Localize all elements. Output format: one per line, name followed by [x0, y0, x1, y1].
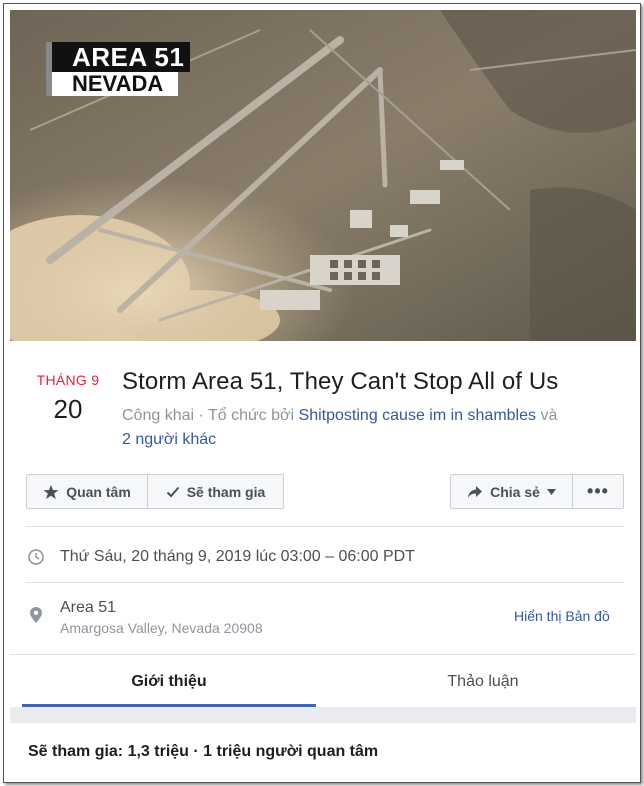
event-tabs: Giới thiệu Thảo luận: [10, 654, 636, 707]
event-meta: Công khai · Tổ chức bởi Shitposting caus…: [122, 404, 622, 452]
more-options-button[interactable]: •••: [572, 474, 624, 509]
event-datetime: Thứ Sáu, 20 tháng 9, 2019 lúc 03:00 – 06…: [60, 548, 415, 565]
clock-icon: [28, 549, 44, 565]
divider: [26, 526, 624, 527]
divider: [26, 582, 624, 583]
share-arrow-icon: [468, 485, 483, 498]
interested-label: Quan tâm: [66, 483, 131, 500]
event-date: THÁNG 9 20: [26, 372, 110, 425]
share-button[interactable]: Chia sẻ: [450, 474, 573, 509]
share-label: Chia sẻ: [490, 483, 540, 500]
more-options-icon: •••: [587, 481, 609, 501]
show-map-link[interactable]: Hiển thị Bản đồ: [514, 608, 610, 624]
organizer-link[interactable]: Shitposting cause im in shambles: [299, 407, 536, 424]
tab-discussion[interactable]: Thảo luận: [330, 655, 636, 708]
section-separator: [10, 707, 636, 723]
star-icon: [43, 484, 59, 499]
event-title: Storm Area 51, They Can't Stop All of Us: [122, 368, 559, 395]
attendance-stats: Sẽ tham gia: 1,3 triệu · 1 triệu người q…: [10, 723, 636, 782]
badge-title: AREA 51: [46, 42, 191, 72]
location-pin-icon: [30, 607, 42, 623]
cover-photo[interactable]: AREA 51 NEVADA: [10, 10, 636, 341]
going-label: Sẽ tham gia: [186, 483, 266, 500]
caret-down-icon: [546, 488, 556, 495]
other-organizers-link[interactable]: 2 người khác: [122, 431, 216, 448]
cover-badge: AREA 51 NEVADA: [46, 42, 191, 96]
going-button[interactable]: Sẽ tham gia: [147, 474, 284, 509]
event-privacy: Công khai: [122, 407, 195, 424]
place-name[interactable]: Area 51: [60, 599, 116, 617]
check-icon: [166, 486, 179, 497]
place-address: Amargosa Valley, Nevada 20908: [60, 620, 263, 636]
tab-about[interactable]: Giới thiệu: [22, 655, 316, 708]
badge-subtitle: NEVADA: [46, 72, 178, 96]
organized-by-text: · Tổ chức bởi: [194, 407, 299, 424]
event-card: AREA 51 NEVADA THÁNG 9 20 Storm Area 51,…: [3, 3, 641, 783]
event-month: THÁNG 9: [36, 372, 100, 388]
interested-button[interactable]: Quan tâm: [26, 474, 148, 509]
and-text: và: [536, 407, 558, 424]
event-day: 20: [53, 394, 83, 424]
attendance-text[interactable]: Sẽ tham gia: 1,3 triệu · 1 triệu người q…: [28, 743, 378, 761]
